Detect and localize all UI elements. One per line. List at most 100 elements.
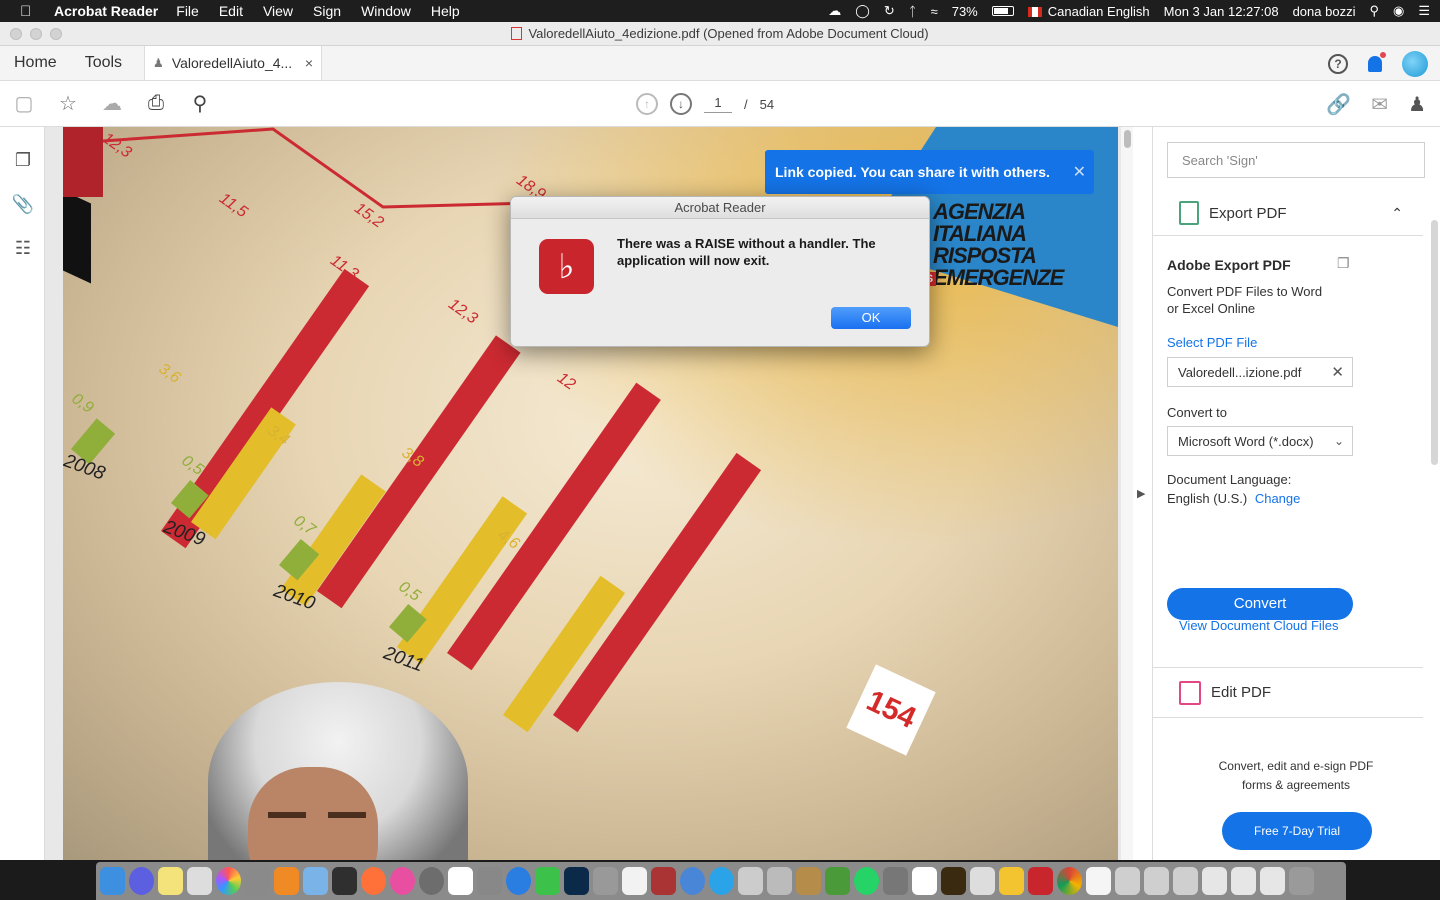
battery-percent[interactable]: 73% — [952, 4, 978, 19]
keychain-icon[interactable] — [593, 867, 618, 895]
skype-icon[interactable] — [709, 867, 734, 895]
safari-icon[interactable] — [506, 867, 531, 895]
page-thumbnails-icon[interactable]: ❐ — [12, 149, 34, 171]
utility-icon[interactable] — [883, 867, 908, 895]
dictionary-icon[interactable] — [651, 867, 676, 895]
selected-file-field[interactable]: Valoredell...izione.pdf ✕ — [1167, 357, 1353, 387]
preview-icon[interactable] — [303, 867, 328, 895]
tab-document[interactable]: ♟ ValoredellAiuto_4... × — [144, 46, 323, 80]
bridge-icon[interactable] — [941, 867, 966, 895]
finder-icon[interactable] — [100, 867, 125, 895]
menu-sign[interactable]: Sign — [313, 3, 341, 19]
books-icon[interactable] — [274, 867, 299, 895]
archive-icon[interactable] — [796, 867, 821, 895]
clock[interactable]: Mon 3 Jan 12:27:08 — [1164, 4, 1279, 19]
tab-home[interactable]: Home — [0, 46, 71, 80]
battery-icon[interactable] — [991, 6, 1014, 16]
facetime-icon[interactable] — [535, 867, 560, 895]
cloud-files-icon[interactable]: ❐ — [1337, 255, 1350, 272]
stickies-icon[interactable] — [999, 867, 1024, 895]
change-language-link[interactable]: Change — [1255, 491, 1301, 506]
menu-window[interactable]: Window — [361, 3, 411, 19]
unknown-app-icon-3[interactable] — [1173, 867, 1198, 895]
export-pdf-header[interactable]: Export PDF ⌃ — [1153, 191, 1423, 236]
security-lock-icon[interactable]: ☷ — [12, 237, 34, 259]
itunes-icon[interactable] — [390, 867, 415, 895]
bookmark-star-icon[interactable]: ☆ — [56, 92, 80, 116]
menu-view[interactable]: View — [263, 3, 293, 19]
edit-pdf-header[interactable]: Edit PDF — [1153, 667, 1423, 718]
accessibility-icon[interactable]: ◯ — [855, 3, 870, 19]
share-link-icon[interactable]: 🔗 — [1326, 92, 1351, 117]
tools-pane-scrollbar[interactable] — [1431, 220, 1438, 465]
trash-icon[interactable] — [1289, 867, 1314, 895]
notifications-bell-icon[interactable] — [1368, 51, 1386, 72]
convert-to-select[interactable]: Microsoft Word (*.docx) ⌄ — [1167, 426, 1353, 456]
chrome-icon[interactable] — [1057, 867, 1082, 895]
downloads-folder-icon[interactable] — [1231, 867, 1256, 895]
unknown-app-icon-2[interactable] — [1144, 867, 1169, 895]
convert-button[interactable]: Convert — [1167, 588, 1353, 620]
save-icon[interactable]: ▢ — [12, 92, 36, 116]
view-cloud-files-link[interactable]: View Document Cloud Files — [1179, 618, 1338, 633]
menu-edit[interactable]: Edit — [219, 3, 243, 19]
app-menu[interactable]: Acrobat Reader — [54, 3, 158, 19]
menu-file[interactable]: File — [176, 3, 199, 19]
print-icon[interactable]: ⎙ — [144, 92, 168, 116]
spotlight-icon[interactable]: ⚲ — [1369, 3, 1379, 19]
previous-page-icon[interactable]: ↑ — [636, 93, 658, 115]
calendar-icon[interactable] — [448, 867, 473, 895]
minimize-window-button[interactable] — [30, 28, 42, 40]
chevron-up-icon[interactable]: ⌃ — [1391, 205, 1403, 222]
photos-icon[interactable] — [216, 867, 241, 895]
wifi-icon[interactable]: ≈ — [931, 4, 938, 19]
email-icon[interactable]: ✉ — [1371, 92, 1388, 117]
help-icon[interactable]: ? — [1328, 53, 1348, 74]
screenshot-icon[interactable] — [187, 867, 212, 895]
notification-center-icon[interactable]: ☰ — [1418, 3, 1430, 19]
zoom-search-icon[interactable]: ⚲ — [188, 92, 212, 116]
tab-tools[interactable]: Tools — [71, 46, 136, 80]
unknown-app-icon-1[interactable] — [1115, 867, 1140, 895]
document-scrollbar[interactable] — [1121, 127, 1133, 860]
migration-icon[interactable] — [419, 867, 444, 895]
firefox-icon[interactable] — [361, 867, 386, 895]
close-window-button[interactable] — [10, 28, 22, 40]
user-name[interactable]: dona bozzi — [1293, 4, 1356, 19]
photo-browser-icon[interactable] — [767, 867, 792, 895]
account-avatar[interactable] — [1402, 50, 1428, 77]
money-icon[interactable] — [825, 867, 850, 895]
input-source[interactable]: Canadian English — [1027, 4, 1150, 19]
upload-cloud-icon[interactable]: ☁ — [100, 92, 124, 116]
textedit-icon[interactable] — [622, 867, 647, 895]
script-editor-icon[interactable] — [970, 867, 995, 895]
close-tab-icon[interactable]: × — [305, 55, 313, 71]
notes-icon[interactable] — [158, 867, 183, 895]
rocket-icon[interactable] — [245, 867, 270, 895]
bluetooth-icon[interactable]: ᛏ — [909, 4, 917, 19]
screenshot-folder-icon[interactable] — [1202, 867, 1227, 895]
whatsapp-icon[interactable] — [854, 867, 879, 895]
photoshop-icon[interactable] — [564, 867, 589, 895]
apple-icon[interactable]:  — [20, 3, 38, 20]
menu-help[interactable]: Help — [431, 3, 460, 19]
creative-cloud-icon[interactable]: ☁ — [828, 3, 841, 19]
toast-close-icon[interactable]: ✕ — [1073, 162, 1086, 182]
attachments-paperclip-icon[interactable]: 📎 — [12, 193, 34, 215]
network-icon[interactable] — [680, 867, 705, 895]
free-trial-button[interactable]: Free 7-Day Trial — [1222, 812, 1372, 850]
filemerge-icon[interactable] — [738, 867, 763, 895]
calendar-date-icon[interactable] — [912, 867, 937, 895]
share-people-icon[interactable]: ♟ — [1408, 92, 1426, 117]
next-page-icon[interactable]: ↓ — [670, 93, 692, 115]
launchpad-icon[interactable] — [129, 867, 154, 895]
system-prefs-icon[interactable] — [477, 867, 502, 895]
clear-file-icon[interactable]: ✕ — [1331, 363, 1344, 381]
stack-folder-icon[interactable] — [1260, 867, 1285, 895]
select-pdf-file-link[interactable]: Select PDF File — [1167, 335, 1257, 350]
collapse-right-pane-icon[interactable]: ▶ — [1137, 487, 1145, 500]
ok-button[interactable]: OK — [831, 307, 911, 329]
siri-icon[interactable]: ◉ — [1393, 3, 1404, 19]
page-number-input[interactable]: 1 — [704, 95, 732, 113]
time-machine-icon[interactable]: ↻ — [884, 3, 895, 19]
